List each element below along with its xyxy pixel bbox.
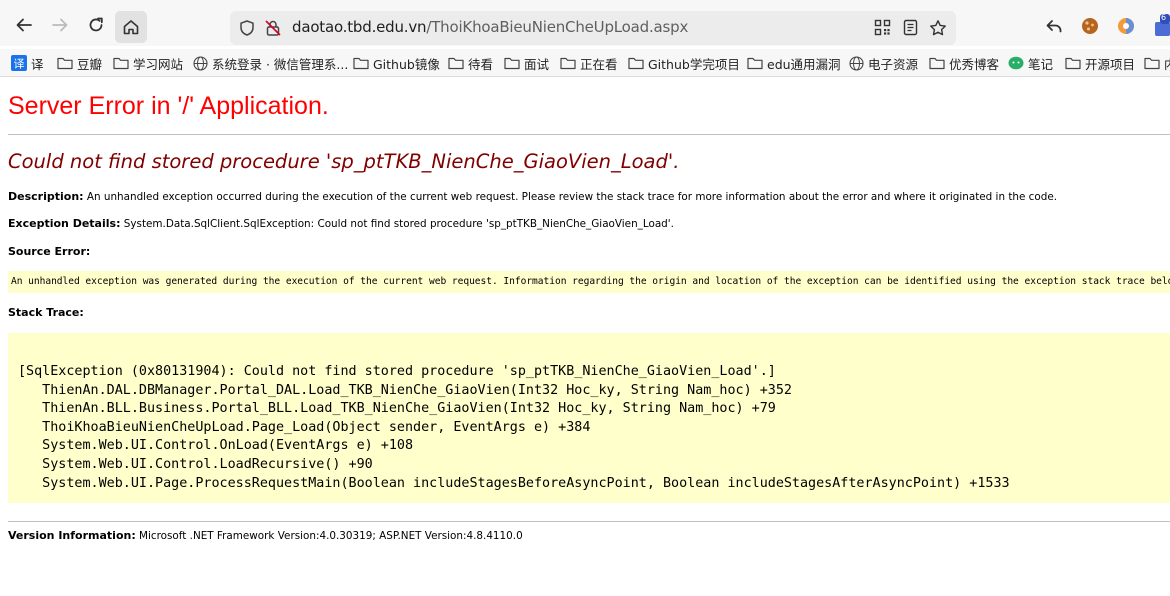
bookmark-label: 笔记 <box>1028 56 1054 72</box>
svg-text:译: 译 <box>14 58 25 71</box>
version-label: Version Information: <box>8 529 136 542</box>
url-text[interactable]: daotao.tbd.edu.vn/ThoiKhoaBieuNienCheUpL… <box>292 18 688 36</box>
bookmark-folder-watching[interactable]: 正在看 <box>560 54 618 72</box>
bookmark-label: 内 <box>1164 54 1170 73</box>
bookmark-label: 译 <box>31 56 44 72</box>
folder-icon <box>747 57 763 70</box>
reload-icon <box>89 17 103 32</box>
exception-details-text: System.Data.SqlClient.SqlException: Coul… <box>123 218 674 230</box>
folder-icon <box>353 57 369 70</box>
bookmark-label: edu通用漏洞 <box>767 56 841 72</box>
bookmarks-bar: 译 译 豆瓣 学习网站 系统登录 · 微信管理系... Github镜像 待看 … <box>0 49 1170 77</box>
reader-view-icon[interactable] <box>902 19 919 36</box>
bookmark-label: 学习网站 <box>133 56 184 72</box>
description-line: Description: An unhandled exception occu… <box>8 190 1057 203</box>
home-icon <box>123 20 139 35</box>
description-text: An unhandled exception occurred during t… <box>86 191 1058 203</box>
bookmark-folder-douban[interactable]: 豆瓣 <box>57 54 102 72</box>
home-button[interactable] <box>115 11 147 43</box>
stack-trace-text: [SqlException (0x80131904): Could not fi… <box>18 364 1010 491</box>
forward-arrow-icon <box>52 18 68 32</box>
folder-icon <box>560 57 576 70</box>
page-content: Server Error in '/' Application. Could n… <box>0 78 1170 596</box>
folder-icon <box>628 57 644 70</box>
folder-icon <box>504 57 520 70</box>
bookmark-label: 豆瓣 <box>77 56 103 72</box>
address-bar[interactable]: daotao.tbd.edu.vn/ThoiKhoaBieuNienCheUpL… <box>230 11 956 45</box>
bookmark-system-login[interactable]: 系统登录 · 微信管理系... <box>193 54 348 72</box>
bookmark-folder-more[interactable]: 内 <box>1144 54 1170 72</box>
reload-button[interactable] <box>83 12 109 38</box>
folder-icon <box>929 57 945 70</box>
page-title: Server Error in '/' Application. <box>8 92 329 120</box>
source-error-box: An unhandled exception was generated dur… <box>8 271 1170 293</box>
bookmark-translate[interactable]: 译 译 <box>11 54 44 72</box>
bookmark-folder-study-sites[interactable]: 学习网站 <box>113 54 183 72</box>
source-error-label: Source Error: <box>8 245 91 258</box>
bookmark-label: 面试 <box>524 56 550 72</box>
globe-icon <box>849 55 864 71</box>
bookmark-e-resources[interactable]: 电子资源 <box>849 54 918 72</box>
bookmark-star-icon[interactable] <box>929 19 947 37</box>
wechat-icon <box>1008 56 1024 69</box>
folder-icon <box>1144 57 1160 70</box>
insecure-lock-icon[interactable] <box>264 19 282 37</box>
bookmark-folder-github-mirror[interactable]: Github镜像 <box>353 54 440 72</box>
globe-icon <box>193 55 208 71</box>
version-information: Version Information: Microsoft .NET Fram… <box>8 529 523 542</box>
bookmark-folder-github-done[interactable]: Github学完项目 <box>628 54 740 72</box>
bookmark-label: Github镜像 <box>373 56 440 72</box>
qr-code-icon[interactable] <box>874 19 891 36</box>
bookmark-label: 正在看 <box>580 56 618 72</box>
extension-badge-count: 6 <box>1161 13 1167 22</box>
error-heading: Could not find stored procedure 'sp_ptTK… <box>8 150 680 173</box>
bookmark-folder-interview[interactable]: 面试 <box>504 54 549 72</box>
undo-arrow-icon[interactable] <box>1045 17 1063 35</box>
bookmark-folder-blogs[interactable]: 优秀博客 <box>929 54 999 72</box>
folder-icon <box>1065 57 1081 70</box>
source-error-text: An unhandled exception was generated dur… <box>11 276 1170 287</box>
bookmark-label: 待看 <box>468 56 494 72</box>
extension-cookie-icon[interactable] <box>1081 17 1099 35</box>
bookmark-label: Github学完项目 <box>648 56 740 72</box>
version-text: Microsoft .NET Framework Version:4.0.303… <box>139 530 523 542</box>
folder-icon <box>57 57 73 70</box>
exception-details-label: Exception Details: <box>8 217 121 230</box>
forward-button[interactable] <box>47 12 73 38</box>
tracking-shield-icon[interactable] <box>238 19 256 37</box>
folder-icon <box>113 57 129 70</box>
title-divider <box>8 134 1170 135</box>
back-arrow-icon <box>16 18 32 32</box>
folder-icon <box>448 57 464 70</box>
url-host: daotao.tbd.edu.vn <box>292 18 427 36</box>
bookmark-folder-edu-vuln[interactable]: edu通用漏洞 <box>747 54 841 72</box>
bookmark-label: 优秀博客 <box>949 56 1000 72</box>
bookmark-folder-to-watch[interactable]: 待看 <box>448 54 493 72</box>
bookmark-folder-open-source[interactable]: 开源项目 <box>1065 54 1135 72</box>
url-path: /ThoiKhoaBieuNienCheUpLoad.aspx <box>426 18 689 36</box>
back-button[interactable] <box>11 12 37 38</box>
stack-trace-box: [SqlException (0x80131904): Could not fi… <box>8 333 1170 503</box>
bookmark-label: 系统登录 · 微信管理系... <box>212 56 349 72</box>
description-label: Description: <box>8 190 84 203</box>
bookmark-label: 电子资源 <box>868 56 919 72</box>
exception-details-line: Exception Details: System.Data.SqlClient… <box>8 217 674 230</box>
bookmark-label: 开源项目 <box>1085 56 1136 72</box>
footer-divider <box>8 521 1170 522</box>
extension-globe-icon[interactable] <box>1117 17 1135 35</box>
translate-icon: 译 <box>11 55 27 71</box>
browser-toolbar: daotao.tbd.edu.vn/ThoiKhoaBieuNienCheUpL… <box>0 0 1170 46</box>
bookmark-notes[interactable]: 笔记 <box>1008 54 1053 72</box>
stack-trace-label: Stack Trace: <box>8 306 84 319</box>
